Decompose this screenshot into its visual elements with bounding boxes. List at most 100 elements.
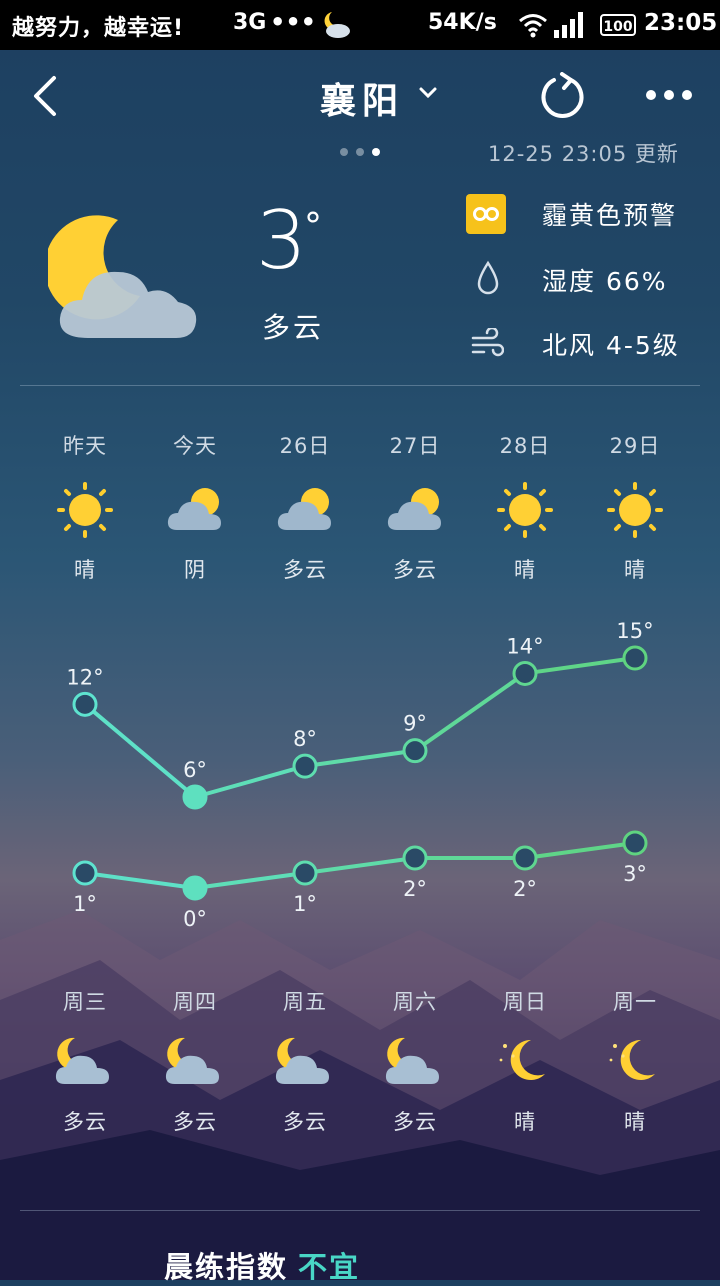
high-temp-point <box>292 753 318 779</box>
low-temp-label: 1° <box>293 892 317 916</box>
more-options-button[interactable] <box>644 88 694 102</box>
day-condition: 多云 <box>393 558 437 582</box>
weekday-label: 周一 <box>613 990 657 1014</box>
low-temp-label: 2° <box>513 877 537 901</box>
divider <box>20 385 700 386</box>
sun-icon <box>607 482 663 538</box>
low-temp-point <box>292 860 318 886</box>
day-condition: 晴 <box>514 558 536 582</box>
forecast-night[interactable]: 周一 晴 <box>580 986 690 1136</box>
low-temp-segment <box>524 841 636 860</box>
night-condition: 晴 <box>514 1110 536 1134</box>
high-temp-label: 12° <box>66 665 103 689</box>
day-label: 28日 <box>499 434 551 458</box>
humidity-value: 湿度 66% <box>542 267 668 296</box>
battery-icon: 100 <box>600 14 636 36</box>
high-temp-label: 15° <box>616 619 653 643</box>
temperature-chart: 12° 6° 8° 9° 14° 15° 1° 0° 1° 2° 2° 3° <box>66 619 653 931</box>
high-temp-label: 6° <box>183 758 207 782</box>
low-temp-point <box>402 845 428 871</box>
clock: 23:05 <box>644 10 718 36</box>
weekday-label: 周四 <box>173 990 217 1014</box>
weather-status-icon <box>324 12 350 38</box>
forecast-day[interactable]: 28日 晴 <box>470 430 580 584</box>
weekday-label: 周三 <box>63 990 107 1014</box>
sun-cloud-icon <box>167 488 221 530</box>
wifi-icon <box>519 14 547 38</box>
low-temp-segment <box>194 871 306 890</box>
moon-cloud-icon <box>385 1037 439 1084</box>
status-slogan: 越努力，越幸运! <box>12 16 185 41</box>
day-condition: 晴 <box>624 558 646 582</box>
index-value: 不宜 <box>298 1250 361 1284</box>
humidity-icon <box>477 260 499 295</box>
moon-cloud-icon <box>165 1037 219 1084</box>
alert-icon[interactable] <box>466 194 506 234</box>
sun-cloud-icon <box>387 488 441 530</box>
moon-cloud-icon <box>48 215 197 338</box>
divider <box>20 1210 700 1211</box>
low-temp-label: 1° <box>73 892 97 916</box>
forecast-night[interactable]: 周日 晴 <box>470 986 580 1136</box>
weekday-label: 周六 <box>393 990 437 1014</box>
forecast-day[interactable]: 29日 晴 <box>580 430 690 584</box>
forecast-day[interactable]: 昨天 晴 <box>30 430 140 584</box>
weekday-label: 周日 <box>503 990 547 1014</box>
notification-dots: ••• <box>270 8 317 36</box>
signal-icon <box>554 12 583 38</box>
index-label: 晨练指数 <box>164 1250 289 1284</box>
current-condition: 多云 <box>262 311 325 344</box>
moon-cloud-icon <box>55 1037 109 1084</box>
low-temp-label: 0° <box>183 907 207 931</box>
page-indicator <box>340 148 380 156</box>
high-temp-segment <box>524 656 636 676</box>
night-condition: 多云 <box>393 1110 437 1134</box>
day-label: 26日 <box>279 434 331 458</box>
day-label: 27日 <box>389 434 441 458</box>
day-label: 29日 <box>609 434 661 458</box>
high-temp-segment <box>83 702 197 799</box>
day-condition: 多云 <box>283 558 327 582</box>
sun-icon <box>57 482 113 538</box>
network-speed: 54K/s <box>428 10 497 35</box>
high-temp-segment <box>413 671 527 753</box>
moon-cloud-icon <box>275 1037 329 1084</box>
high-temp-point <box>402 738 428 764</box>
city-selector[interactable]: 襄阳 <box>320 72 404 124</box>
high-temp-point <box>622 645 648 671</box>
high-temp-label: 14° <box>506 634 543 658</box>
forecast-day[interactable]: 26日 多云 <box>250 430 360 584</box>
low-temp-point <box>512 845 538 871</box>
high-temp-label: 9° <box>403 712 427 736</box>
day-condition: 阴 <box>184 558 206 582</box>
forecast-night[interactable]: 周三 多云 <box>30 986 140 1136</box>
weather-alert[interactable]: 霾黄色预警 <box>542 196 677 232</box>
wind-value: 北风 4-5级 <box>542 331 680 360</box>
low-temp-point <box>622 830 648 856</box>
refresh-button[interactable] <box>538 72 588 122</box>
forecast-day-today[interactable]: 今天 阴 <box>140 430 250 584</box>
high-temp-segment <box>194 764 306 799</box>
forecast-night[interactable]: 周五 多云 <box>250 986 360 1136</box>
low-temp-label: 3° <box>623 862 647 886</box>
high-temp-point <box>512 660 538 686</box>
chevron-down-icon[interactable] <box>418 86 438 100</box>
wind-icon <box>471 328 504 357</box>
moon-stars-icon <box>609 1039 655 1080</box>
low-temp-point <box>182 875 208 901</box>
forecast-night[interactable]: 周六 多云 <box>360 986 470 1136</box>
status-bar: 越努力，越幸运! 3G ••• 54K/s 100 23:05 <box>0 0 720 50</box>
night-condition: 多云 <box>63 1110 107 1134</box>
degree-symbol: ° <box>304 206 322 247</box>
high-temp-point <box>72 691 98 717</box>
network-type: 3G <box>233 10 267 35</box>
forecast-day[interactable]: 27日 多云 <box>360 430 470 584</box>
moon-stars-icon <box>499 1039 545 1080</box>
forecast-night[interactable]: 周四 多云 <box>140 986 250 1136</box>
high-temp-segment <box>304 748 416 769</box>
sun-icon <box>497 482 553 538</box>
back-button[interactable] <box>28 72 68 120</box>
night-condition: 晴 <box>624 1110 646 1134</box>
day-condition: 晴 <box>74 558 96 582</box>
day-label: 今天 <box>173 434 217 458</box>
